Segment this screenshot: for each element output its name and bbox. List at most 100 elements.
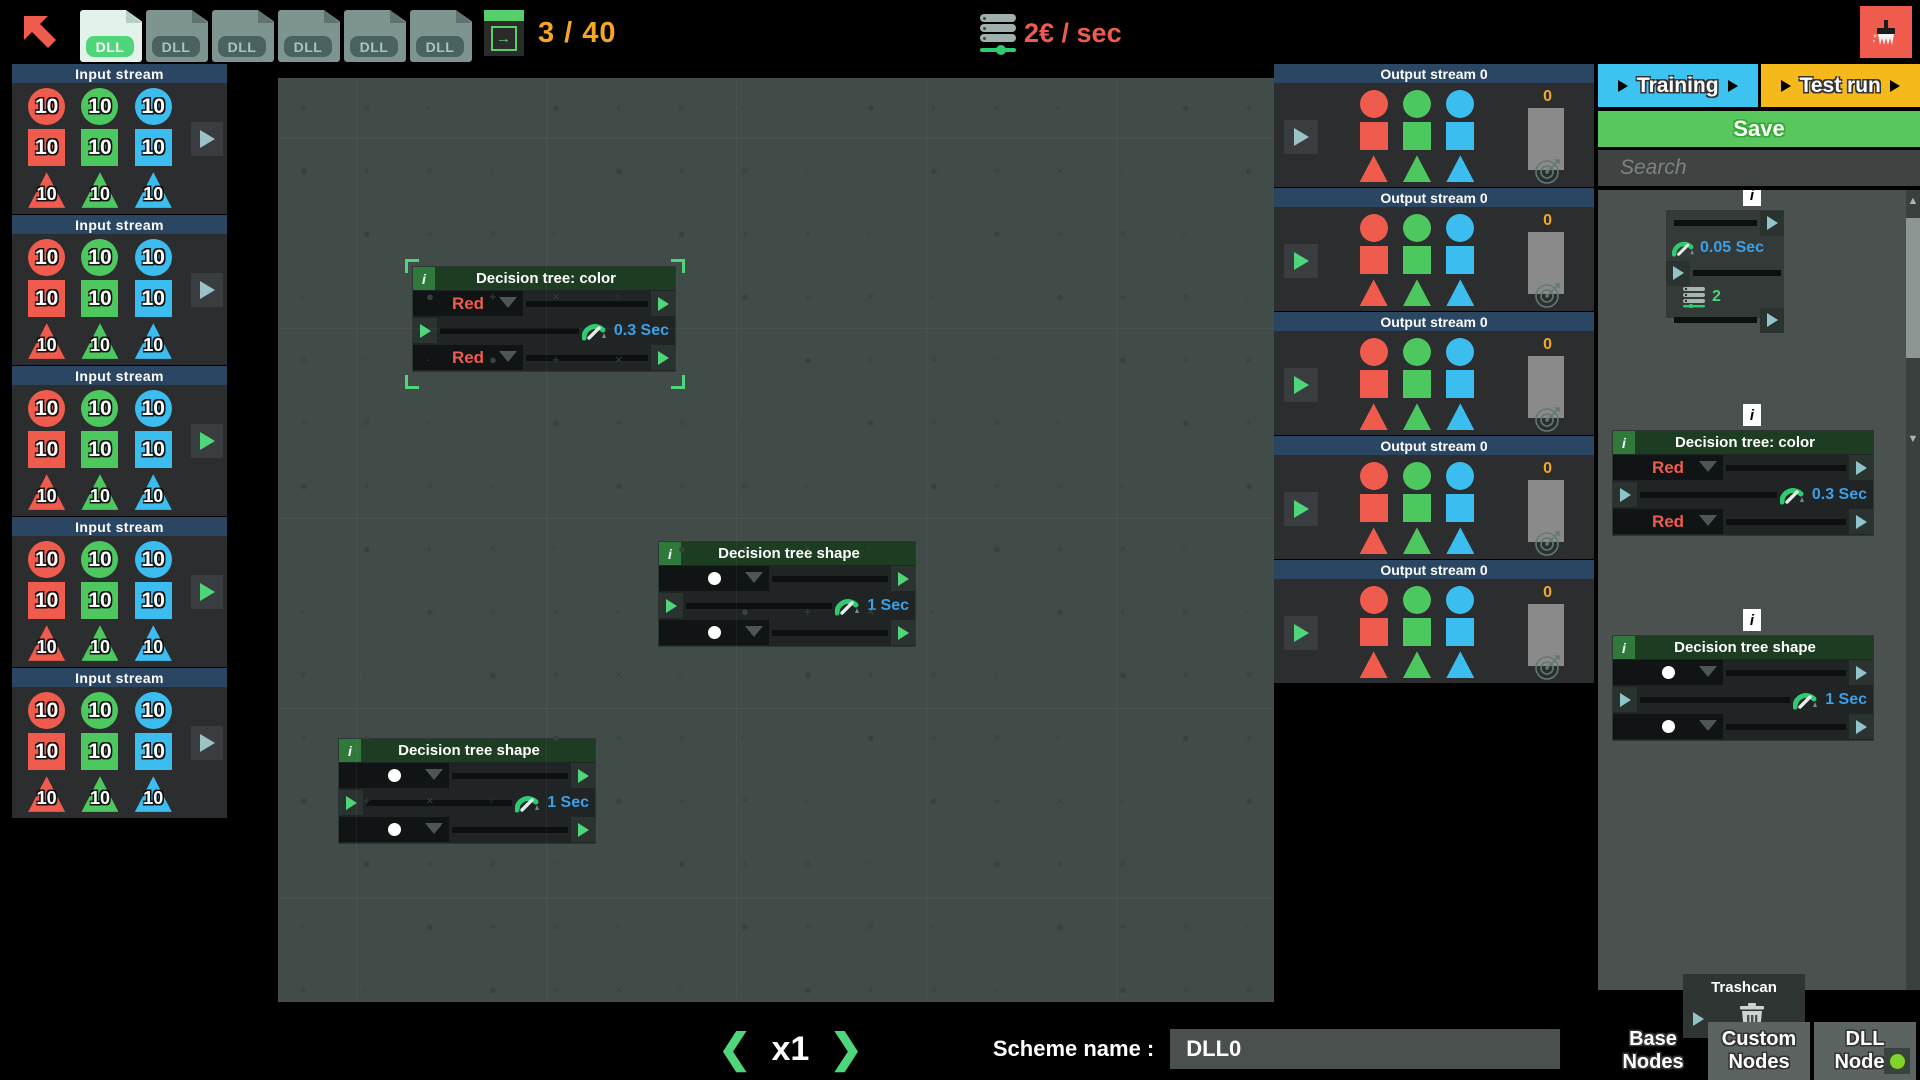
scheme-name-input[interactable]: DLL0 — [1170, 1029, 1561, 1069]
node-dropdown-top[interactable]: Red — [1613, 455, 1723, 480]
trashcan-label: Trashcan — [1711, 979, 1777, 996]
node-speed-value: 0.3 Sec — [1811, 485, 1867, 503]
palette-node-pal-delay[interactable]: 0.05 Sec 2 — [1666, 210, 1784, 333]
canvas-node-node-shape-1[interactable]: i Decision tree shape 1 Sec — [658, 541, 916, 647]
scroll-down-icon[interactable]: ▼ — [1906, 428, 1920, 450]
node-dropdown-bottom[interactable] — [659, 620, 769, 645]
tab-training[interactable]: Training — [1598, 64, 1758, 107]
canvas-node-node-color-1[interactable]: i Decision tree: color Red 0.3 Sec Red — [405, 259, 685, 389]
node-row-top — [659, 565, 915, 592]
canvas-dot: + — [489, 919, 497, 934]
canvas-dot: ◦ — [1182, 856, 1187, 871]
tab-base-nodes[interactable]: Base Nodes — [1602, 1022, 1704, 1080]
node-info-button[interactable]: i — [1613, 636, 1635, 659]
node-output-port-bottom[interactable] — [1760, 307, 1784, 333]
canvas-node-node-shape-2[interactable]: i Decision tree shape 1 Sec — [338, 738, 596, 844]
dll-tab-3[interactable]: DLL — [278, 10, 340, 62]
tab-test-run[interactable]: Test run — [1760, 64, 1920, 107]
node-title: Decision tree: color — [1674, 434, 1816, 451]
target-icon[interactable] — [1534, 653, 1562, 681]
palette-info-marker-1[interactable]: i — [1743, 404, 1761, 426]
canvas-dot: + — [426, 541, 434, 556]
input-stream-play-3[interactable] — [191, 575, 223, 609]
input-token-square-red: 10 — [28, 733, 66, 771]
dll-tab-1[interactable]: DLL — [146, 10, 208, 62]
output-stream-play-2[interactable] — [1284, 368, 1318, 402]
canvas-dot: × — [1119, 856, 1127, 871]
palette-info-marker-2[interactable]: i — [1743, 609, 1761, 631]
input-token-circle-green: 10 — [81, 692, 119, 730]
canvas-dot: + — [363, 793, 371, 808]
canvas-dot: · — [489, 730, 494, 745]
palette-node-pal-color[interactable]: i Decision tree: color Red 0.3 Sec Red — [1612, 430, 1874, 536]
input-stream-play-0[interactable] — [191, 122, 223, 156]
input-token-circle-red: 10 — [28, 88, 66, 126]
node-output-port-bottom[interactable] — [1849, 509, 1873, 534]
canvas-dot: × — [426, 793, 434, 808]
clean-button[interactable] — [1860, 6, 1912, 58]
palette-scrollbar[interactable]: ▲ ▼ — [1906, 190, 1920, 990]
tab-custom-nodes[interactable]: Custom Nodes — [1708, 1022, 1810, 1080]
input-token-value: 10 — [141, 547, 165, 571]
output-stream-play-0[interactable] — [1284, 120, 1318, 154]
node-output-port-top[interactable] — [1849, 660, 1873, 685]
node-input-port[interactable] — [339, 790, 363, 815]
save-button[interactable]: Save — [1598, 111, 1920, 147]
target-icon[interactable] — [1534, 529, 1562, 557]
node-output-port-top[interactable] — [571, 763, 595, 788]
node-body: 1 Sec — [1613, 659, 1873, 740]
node-canvas[interactable]: i Decision tree: color Red 0.3 Sec Red i Decis… — [278, 78, 1274, 1002]
node-input-port[interactable] — [1613, 482, 1637, 507]
input-token-value: 10 — [141, 437, 165, 461]
target-icon[interactable] — [1534, 281, 1562, 309]
scrollbar-thumb[interactable] — [1906, 218, 1920, 358]
target-icon[interactable] — [1534, 405, 1562, 433]
node-info-button[interactable]: i — [339, 739, 361, 762]
canvas-dot: · — [867, 163, 872, 178]
output-stream-play-4[interactable] — [1284, 616, 1318, 650]
canvas-dot: · — [867, 478, 872, 493]
palette-node-pal-shape[interactable]: i Decision tree shape 1 Sec — [1612, 635, 1874, 741]
node-input-port[interactable] — [1613, 687, 1637, 712]
output-stream-play-1[interactable] — [1284, 244, 1318, 278]
node-dropdown-top[interactable] — [659, 566, 769, 591]
node-output-port-bottom[interactable] — [891, 620, 915, 645]
input-stream-play-1[interactable] — [191, 273, 223, 307]
output-stream-play-3[interactable] — [1284, 492, 1318, 526]
speed-increase-button[interactable]: ❯ — [829, 1029, 863, 1069]
back-arrow-icon[interactable] — [22, 14, 64, 54]
node-info-button[interactable]: i — [1613, 431, 1635, 454]
node-palette[interactable]: i 0.05 Sec 2 i i Decision tree: color Red 0.3 S… — [1598, 190, 1906, 990]
node-dropdown-bottom[interactable] — [1613, 714, 1723, 739]
palette-info-marker-0[interactable]: i — [1743, 190, 1761, 206]
node-output-port-bottom[interactable] — [1849, 714, 1873, 739]
input-stream-play-4[interactable] — [191, 726, 223, 760]
dll-tab-5[interactable]: DLL — [410, 10, 472, 62]
scroll-up-icon[interactable]: ▲ — [1906, 190, 1920, 212]
node-row-bottom — [659, 619, 915, 646]
node-output-port-top[interactable] — [651, 291, 675, 316]
tab-dll-nodes[interactable]: DLL Nodes — [1814, 1022, 1916, 1080]
dll-tab-2[interactable]: DLL — [212, 10, 274, 62]
speed-decrease-button[interactable]: ❮ — [718, 1029, 752, 1069]
node-dropdown-top[interactable] — [1613, 660, 1723, 685]
search-input[interactable]: Search — [1598, 150, 1920, 186]
input-stream-title-0: Input stream — [12, 64, 227, 83]
node-input-port[interactable] — [1666, 260, 1690, 286]
node-output-port-top[interactable] — [891, 566, 915, 591]
node-output-port-bottom[interactable] — [571, 817, 595, 842]
canvas-dot: + — [1056, 541, 1064, 556]
dll-tab-0[interactable]: DLL — [80, 10, 142, 62]
input-token-value: 10 — [89, 788, 110, 809]
node-output-port-bottom[interactable] — [651, 345, 675, 370]
input-stream-play-2[interactable] — [191, 424, 223, 458]
node-dropdown-bottom[interactable]: Red — [1613, 509, 1723, 534]
node-output-port-top[interactable] — [1849, 455, 1873, 480]
dll-tab-4[interactable]: DLL — [344, 10, 406, 62]
target-icon[interactable] — [1534, 157, 1562, 185]
canvas-dot: ● — [741, 289, 749, 304]
save-button-label: Save — [1733, 116, 1785, 141]
node-input-port[interactable] — [413, 318, 437, 343]
canvas-dot: × — [615, 352, 623, 367]
node-output-port-top[interactable] — [1760, 210, 1784, 236]
